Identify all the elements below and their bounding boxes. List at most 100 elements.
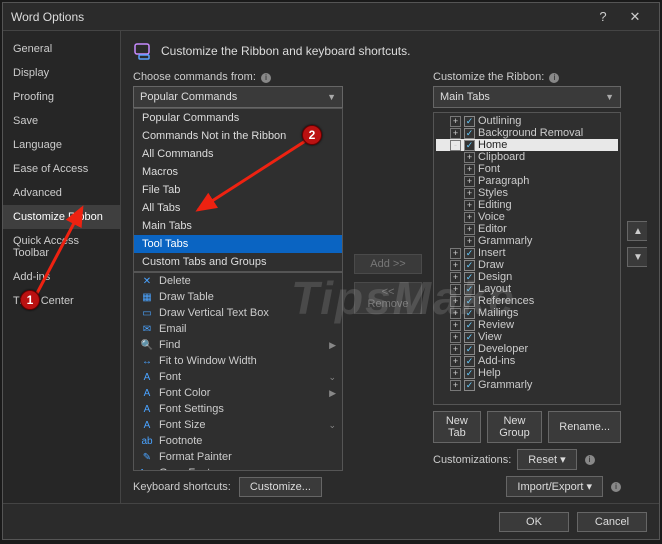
sidebar-item-language[interactable]: Language bbox=[3, 133, 120, 157]
dropdown-option[interactable]: Custom Tabs and Groups bbox=[134, 253, 342, 271]
command-item[interactable]: AFont Color▶ bbox=[134, 385, 342, 401]
command-item[interactable]: ✉Email bbox=[134, 321, 342, 337]
remove-button[interactable]: << Remove bbox=[354, 282, 422, 314]
expander-icon[interactable]: + bbox=[464, 188, 475, 199]
sidebar-item-customize-ribbon[interactable]: Customize Ribbon bbox=[3, 205, 120, 229]
expander-icon[interactable]: + bbox=[450, 272, 461, 283]
checkbox[interactable] bbox=[464, 140, 475, 151]
checkbox[interactable] bbox=[464, 308, 475, 319]
reset-button[interactable]: Reset ▾ bbox=[517, 449, 576, 470]
tree-node[interactable]: +Background Removal bbox=[436, 127, 618, 139]
info-icon[interactable]: i bbox=[261, 73, 271, 83]
import-export-button[interactable]: Import/Export ▾ bbox=[506, 476, 603, 497]
new-tab-button[interactable]: New Tab bbox=[433, 411, 481, 443]
tree-node[interactable]: +Layout bbox=[436, 283, 618, 295]
command-item[interactable]: A▲Grow Font bbox=[134, 465, 342, 471]
expander-icon[interactable]: + bbox=[464, 152, 475, 163]
tree-node[interactable]: +Voice bbox=[436, 211, 618, 223]
sidebar-item-general[interactable]: General bbox=[3, 37, 120, 61]
commands-list[interactable]: ✕Delete▦Draw Table▭Draw Vertical Text Bo… bbox=[133, 272, 343, 471]
command-item[interactable]: ▭Draw Vertical Text Box bbox=[134, 305, 342, 321]
command-item[interactable]: abFootnote bbox=[134, 433, 342, 449]
command-item[interactable]: 🔍Find▶ bbox=[134, 337, 342, 353]
tree-node[interactable]: +Paragraph bbox=[436, 175, 618, 187]
expander-icon[interactable]: + bbox=[450, 356, 461, 367]
choose-commands-select[interactable]: Popular Commands ▼ bbox=[133, 86, 343, 108]
expander-icon[interactable]: + bbox=[464, 164, 475, 175]
sidebar-item-advanced[interactable]: Advanced bbox=[3, 181, 120, 205]
checkbox[interactable] bbox=[464, 368, 475, 379]
command-item[interactable]: AFont⌄ bbox=[134, 369, 342, 385]
dropdown-option[interactable]: All Commands bbox=[134, 145, 342, 163]
command-item[interactable]: ▦Draw Table bbox=[134, 289, 342, 305]
choose-commands-dropdown[interactable]: Popular CommandsCommands Not in the Ribb… bbox=[133, 108, 343, 272]
command-item[interactable]: ↔Fit to Window Width bbox=[134, 353, 342, 369]
checkbox[interactable] bbox=[464, 284, 475, 295]
dropdown-option[interactable]: File Tab bbox=[134, 181, 342, 199]
checkbox[interactable] bbox=[464, 380, 475, 391]
tree-node[interactable]: +Design bbox=[436, 271, 618, 283]
tree-node[interactable]: +Draw bbox=[436, 259, 618, 271]
expander-icon[interactable]: + bbox=[450, 344, 461, 355]
expander-icon[interactable]: + bbox=[450, 368, 461, 379]
sidebar-item-quick-access-toolbar[interactable]: Quick Access Toolbar bbox=[3, 229, 120, 265]
sidebar-item-add-ins[interactable]: Add-ins bbox=[3, 265, 120, 289]
expander-icon[interactable]: + bbox=[450, 128, 461, 139]
tree-node[interactable]: +Review bbox=[436, 319, 618, 331]
info-icon[interactable]: i bbox=[611, 482, 621, 492]
info-icon[interactable]: i bbox=[549, 73, 559, 83]
expander-icon[interactable]: + bbox=[464, 212, 475, 223]
expander-icon[interactable]: + bbox=[450, 332, 461, 343]
checkbox[interactable] bbox=[464, 320, 475, 331]
command-item[interactable]: ✎Format Painter bbox=[134, 449, 342, 465]
command-item[interactable]: AFont Size⌄ bbox=[134, 417, 342, 433]
expander-icon[interactable]: + bbox=[464, 236, 475, 247]
expander-icon[interactable]: + bbox=[464, 176, 475, 187]
tree-node[interactable]: +Font bbox=[436, 163, 618, 175]
customize-keyboard-button[interactable]: Customize... bbox=[239, 477, 322, 497]
dropdown-option[interactable]: Popular Commands bbox=[134, 109, 342, 127]
checkbox[interactable] bbox=[464, 332, 475, 343]
command-item[interactable]: AFont Settings bbox=[134, 401, 342, 417]
move-up-button[interactable]: ▲ bbox=[627, 221, 647, 241]
expander-icon[interactable]: + bbox=[464, 224, 475, 235]
tree-node[interactable]: +Grammarly bbox=[436, 235, 618, 247]
checkbox[interactable] bbox=[464, 260, 475, 271]
info-icon[interactable]: i bbox=[585, 455, 595, 465]
tree-node[interactable]: +Editing bbox=[436, 199, 618, 211]
checkbox[interactable] bbox=[464, 272, 475, 283]
expander-icon[interactable]: + bbox=[450, 116, 461, 127]
sidebar-item-trust-center[interactable]: Trust Center bbox=[3, 289, 120, 313]
command-item[interactable]: ✕Delete bbox=[134, 273, 342, 289]
expander-icon[interactable]: + bbox=[450, 260, 461, 271]
cancel-button[interactable]: Cancel bbox=[577, 512, 647, 532]
tree-node[interactable]: +Developer bbox=[436, 343, 618, 355]
checkbox[interactable] bbox=[464, 296, 475, 307]
ok-button[interactable]: OK bbox=[499, 512, 569, 532]
tree-node[interactable]: +Editor bbox=[436, 223, 618, 235]
tree-node[interactable]: +View bbox=[436, 331, 618, 343]
dropdown-option[interactable]: All Tabs bbox=[134, 199, 342, 217]
sidebar-item-proofing[interactable]: Proofing bbox=[3, 85, 120, 109]
tree-node[interactable]: -Home bbox=[436, 139, 618, 151]
dropdown-option[interactable]: Macros bbox=[134, 163, 342, 181]
expander-icon[interactable]: + bbox=[450, 284, 461, 295]
expander-icon[interactable]: + bbox=[464, 200, 475, 211]
expander-icon[interactable]: + bbox=[450, 308, 461, 319]
tree-node[interactable]: +Clipboard bbox=[436, 151, 618, 163]
ribbon-tree[interactable]: +Outlining+Background Removal-Home+Clipb… bbox=[433, 112, 621, 405]
checkbox[interactable] bbox=[464, 128, 475, 139]
tree-node[interactable]: +Styles bbox=[436, 187, 618, 199]
dropdown-option[interactable]: Main Tabs bbox=[134, 217, 342, 235]
sidebar-item-save[interactable]: Save bbox=[3, 109, 120, 133]
sidebar-item-ease-of-access[interactable]: Ease of Access bbox=[3, 157, 120, 181]
checkbox[interactable] bbox=[464, 248, 475, 259]
tree-node[interactable]: +Insert bbox=[436, 247, 618, 259]
expander-icon[interactable]: + bbox=[450, 320, 461, 331]
tree-node[interactable]: +References bbox=[436, 295, 618, 307]
expander-icon[interactable]: - bbox=[450, 140, 461, 151]
tree-node[interactable]: +Mailings bbox=[436, 307, 618, 319]
tree-node[interactable]: +Add-ins bbox=[436, 355, 618, 367]
dropdown-option[interactable]: Commands Not in the Ribbon bbox=[134, 127, 342, 145]
help-button[interactable]: ? bbox=[587, 9, 619, 24]
